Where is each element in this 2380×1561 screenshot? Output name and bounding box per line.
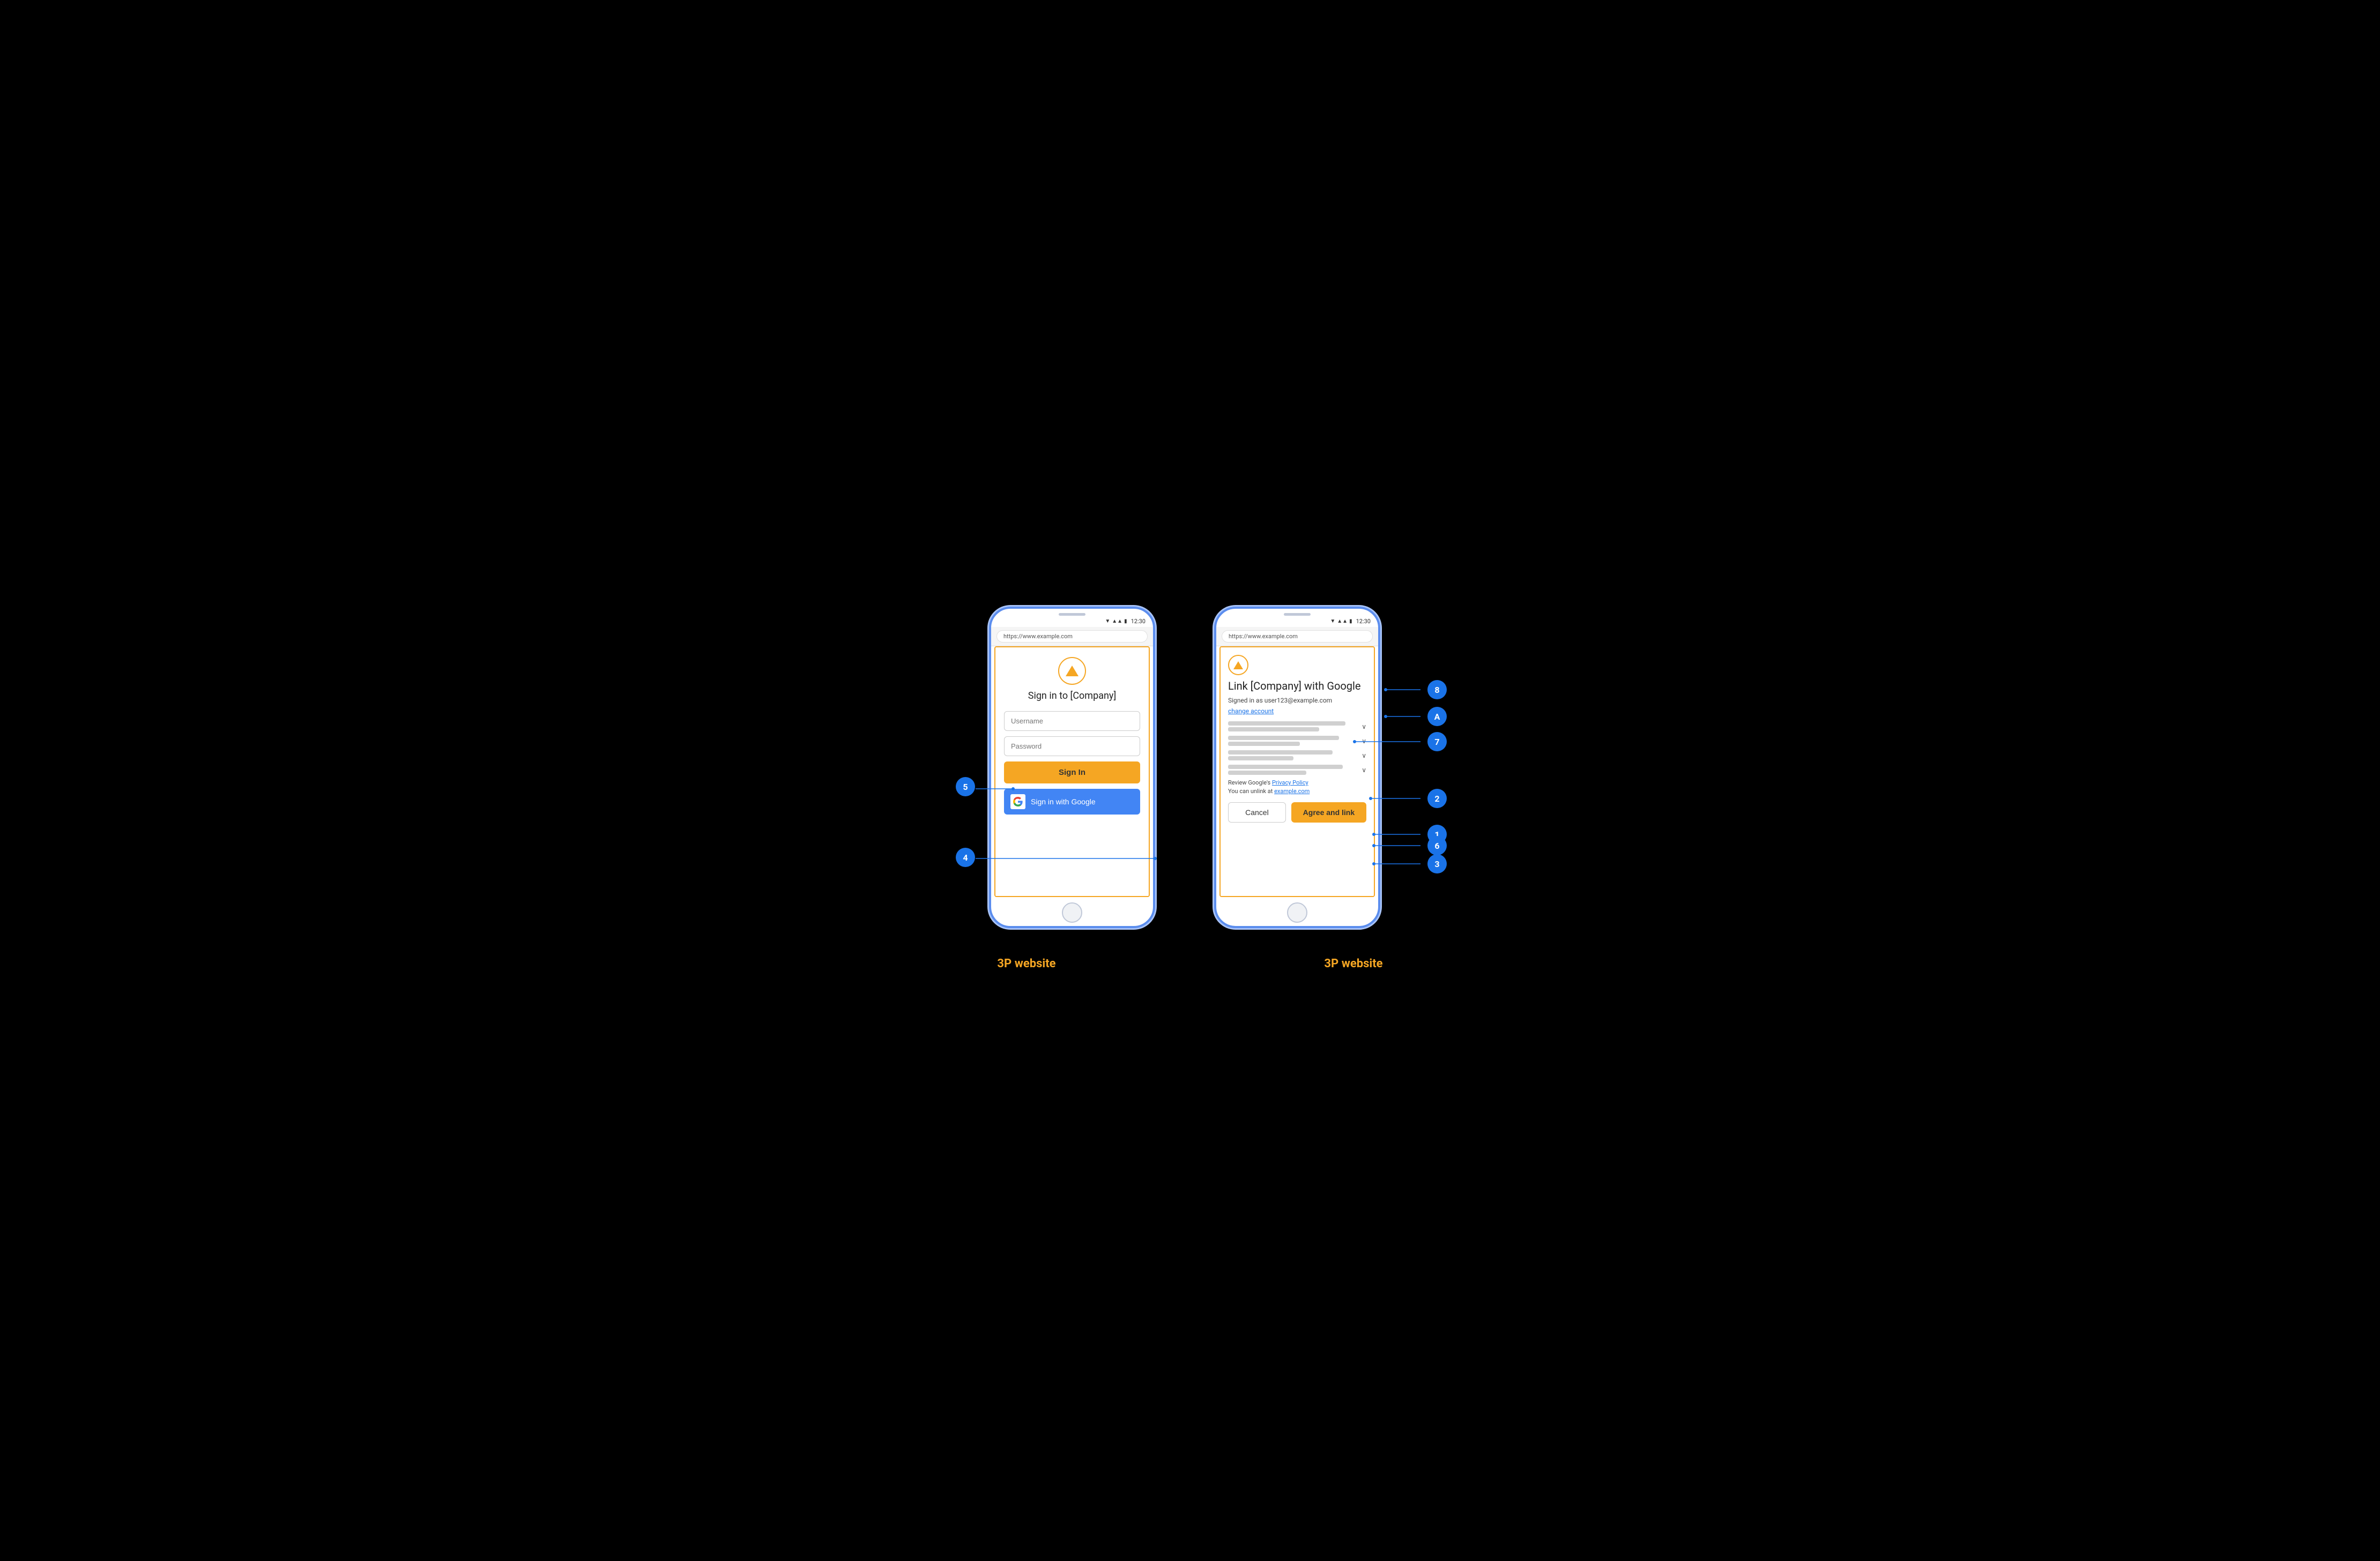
left-phone: ▼ ▲▲ ▮ 12:30 https://www.example.com xyxy=(989,607,1155,928)
annotation-4: 4 xyxy=(956,848,975,867)
annotation-2: 2 xyxy=(1427,789,1447,808)
wifi-icon: ▼ xyxy=(1105,618,1110,624)
username-input[interactable] xyxy=(1004,711,1140,731)
battery-icon: ▮ xyxy=(1124,618,1127,624)
annotation-3: 3 xyxy=(1427,854,1447,873)
permission-row-4: ∨ xyxy=(1228,765,1366,775)
browser-bar-right: https://www.example.com xyxy=(1216,627,1378,646)
phone-speaker xyxy=(1059,613,1085,616)
perm-line xyxy=(1228,727,1319,731)
google-icon xyxy=(1010,794,1025,809)
right-phone-label: 3P website xyxy=(1324,957,1382,970)
password-input[interactable] xyxy=(1004,736,1140,756)
logo-triangle-icon xyxy=(1066,666,1079,676)
permission-row-3: ∨ xyxy=(1228,750,1366,760)
chevron-icon-4[interactable]: ∨ xyxy=(1362,766,1366,774)
signed-in-text: Signed in as user123@example.com xyxy=(1228,697,1366,704)
sign-in-title: Sign in to [Company] xyxy=(1004,690,1140,701)
logo-triangle-right-icon xyxy=(1233,661,1243,669)
permission-row-1: ∨ xyxy=(1228,721,1366,731)
annotation-6: 6 xyxy=(1427,836,1447,855)
unlink-link[interactable]: example.com xyxy=(1274,788,1310,795)
perm-line xyxy=(1228,721,1345,726)
home-button[interactable] xyxy=(1062,902,1082,923)
google-btn-label: Sign in with Google xyxy=(1031,797,1096,806)
annotation-5: 5 xyxy=(956,777,975,796)
status-bar-right: ▼ ▲▲ ▮ 12:30 xyxy=(1216,618,1378,627)
status-time-right: 12:30 xyxy=(1356,618,1371,625)
permission-row-2: ∨ xyxy=(1228,736,1366,746)
status-time: 12:30 xyxy=(1131,618,1146,625)
perm-line xyxy=(1228,771,1306,775)
screen-content-right: Link [Company] with Google Signed in as … xyxy=(1219,646,1375,897)
link-title: Link [Company] with Google xyxy=(1228,679,1366,692)
signal-icon-right: ▲▲ xyxy=(1337,618,1348,624)
chevron-icon-3[interactable]: ∨ xyxy=(1362,752,1366,759)
perm-line xyxy=(1228,750,1333,755)
change-account-link[interactable]: change account xyxy=(1228,707,1274,715)
google-signin-button[interactable]: Sign in with Google xyxy=(1004,789,1140,815)
left-phone-label: 3P website xyxy=(997,957,1055,970)
home-button-right[interactable] xyxy=(1287,902,1307,923)
right-phone: ▼ ▲▲ ▮ 12:30 https://www.example.com xyxy=(1214,607,1380,928)
perm-line xyxy=(1228,742,1300,746)
annotation-A: A xyxy=(1427,707,1447,726)
phone-speaker-right xyxy=(1284,613,1311,616)
chevron-icon-1[interactable]: ∨ xyxy=(1362,723,1366,730)
sign-in-button[interactable]: Sign In xyxy=(1004,761,1140,783)
phone-home-area xyxy=(991,897,1153,926)
annotation-8: 8 xyxy=(1427,680,1447,699)
screen-content-left: Sign in to [Company] Sign In xyxy=(994,646,1150,897)
perm-line xyxy=(1228,765,1343,769)
phone-home-area-right xyxy=(1216,897,1378,926)
agree-link-button[interactable]: Agree and link xyxy=(1291,802,1366,823)
chevron-icon-2[interactable]: ∨ xyxy=(1362,737,1366,745)
unlink-text: You can unlink at example.com xyxy=(1228,788,1366,795)
wifi-icon-right: ▼ xyxy=(1330,618,1335,624)
browser-bar: https://www.example.com xyxy=(991,627,1153,646)
company-logo-right xyxy=(1228,655,1248,675)
perm-line xyxy=(1228,756,1293,760)
cancel-button[interactable]: Cancel xyxy=(1228,802,1286,823)
url-bar-left[interactable]: https://www.example.com xyxy=(996,630,1148,643)
status-bar: ▼ ▲▲ ▮ 12:30 xyxy=(991,618,1153,627)
battery-icon-right: ▮ xyxy=(1349,618,1352,624)
signal-icon: ▲▲ xyxy=(1112,618,1122,624)
company-logo xyxy=(1004,657,1140,685)
annotation-7: 7 xyxy=(1427,732,1447,751)
perm-line xyxy=(1228,736,1339,740)
url-bar-right[interactable]: https://www.example.com xyxy=(1222,630,1373,643)
action-buttons: Cancel Agree and link xyxy=(1228,802,1366,823)
privacy-policy-link[interactable]: Privacy Policy xyxy=(1272,779,1308,786)
policy-text: Review Google's Privacy Policy xyxy=(1228,779,1366,786)
